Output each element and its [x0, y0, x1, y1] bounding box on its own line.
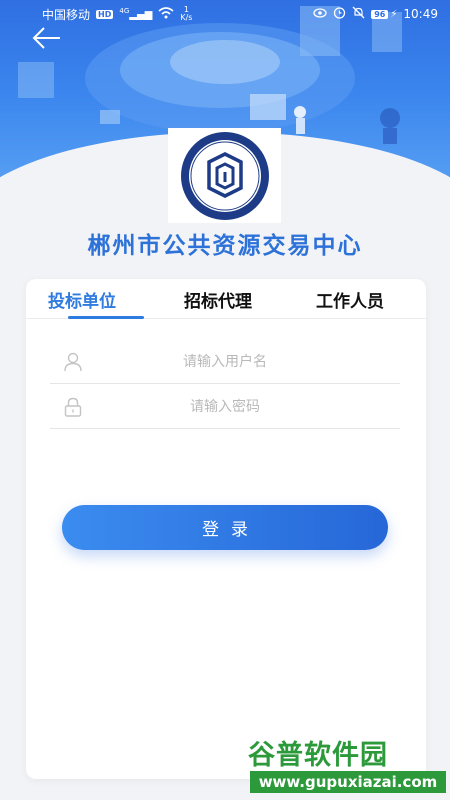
user-icon — [64, 352, 82, 372]
login-card: 投标单位 招标代理 工作人员 登录 — [26, 279, 426, 779]
username-input[interactable] — [50, 340, 400, 383]
role-tabs: 投标单位 招标代理 工作人员 — [26, 279, 426, 319]
back-button[interactable] — [30, 24, 64, 52]
password-input[interactable] — [50, 385, 400, 428]
network-type-label: 4G — [119, 7, 130, 16]
hd-badge: HD — [96, 9, 114, 19]
battery-level: 96 — [371, 9, 389, 19]
tab-staff[interactable]: 工作人员 — [316, 287, 384, 312]
watermark-url: www.gupuxiazai.com — [250, 771, 446, 793]
active-tab-indicator — [68, 316, 144, 319]
lock-icon — [64, 397, 82, 417]
tab-bidder[interactable]: 投标单位 — [48, 287, 116, 312]
status-bar: 中国移动 HD 4G▂▄▆ 1 K/s 96 ⚡ 10:49 — [0, 0, 450, 28]
signal-icon: 4G▂▄▆ — [119, 7, 153, 21]
mute-icon — [352, 6, 365, 22]
site-watermark: 谷普软件园 www.gupuxiazai.com — [248, 733, 450, 800]
network-speed: 1 K/s — [180, 5, 193, 22]
clock: 10:49 — [403, 7, 438, 21]
carrier-label: 中国移动 — [42, 7, 91, 22]
wifi-icon — [158, 6, 174, 22]
page-title: 郴州市公共资源交易中心 — [87, 233, 363, 259]
alarm-icon — [333, 6, 346, 22]
login-button[interactable]: 登录 — [62, 505, 388, 550]
battery-indicator: 96 ⚡ — [371, 9, 397, 20]
charging-icon: ⚡ — [390, 8, 398, 20]
back-arrow-icon — [32, 27, 60, 49]
watermark-text: 谷普软件园 — [248, 740, 388, 771]
tab-agent[interactable]: 招标代理 — [184, 287, 252, 312]
username-field — [50, 340, 400, 384]
organization-logo — [168, 128, 281, 223]
org-seal-logo — [180, 131, 269, 220]
password-field — [50, 385, 400, 429]
eye-icon — [313, 7, 327, 21]
